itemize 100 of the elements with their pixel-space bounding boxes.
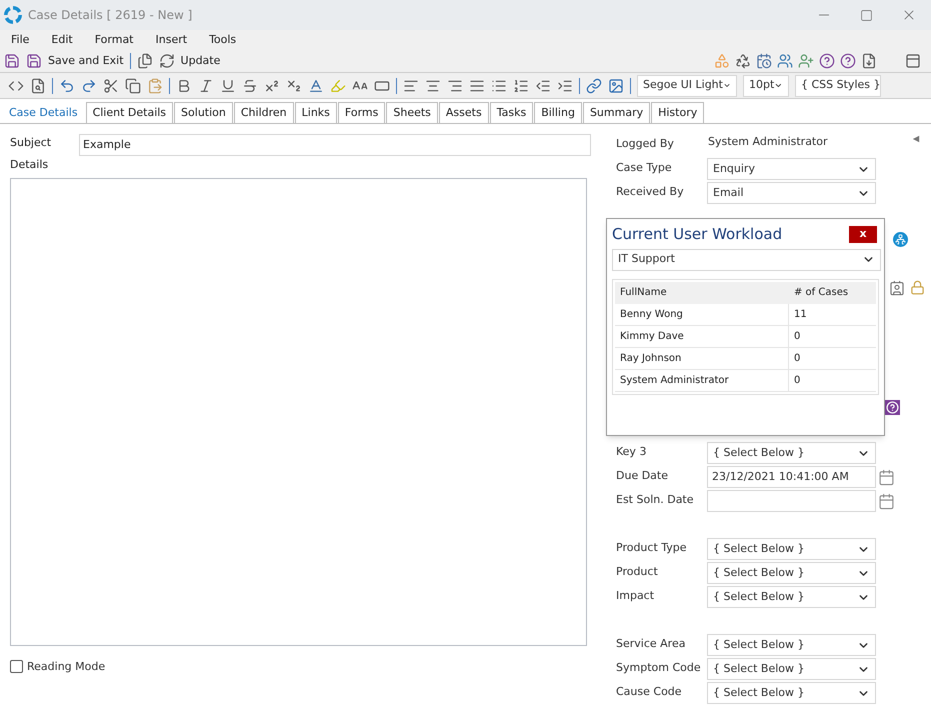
calendar-icon[interactable] bbox=[878, 468, 895, 486]
field-label: Case Type bbox=[615, 160, 673, 176]
indent-icon[interactable] bbox=[557, 78, 573, 94]
help-icon[interactable] bbox=[840, 53, 856, 69]
table-cell-text: 0 bbox=[793, 374, 802, 388]
dropdown[interactable]: { Select Below } bbox=[707, 562, 876, 584]
field-label: Product bbox=[615, 564, 659, 580]
redo-icon[interactable] bbox=[81, 78, 97, 94]
field-label: Due Date bbox=[615, 468, 669, 484]
superscript-icon[interactable] bbox=[264, 78, 280, 94]
field-value: System Administrator bbox=[707, 134, 829, 150]
outdent-icon[interactable] bbox=[535, 78, 551, 94]
help-icon[interactable] bbox=[819, 53, 835, 69]
field-label: Received By bbox=[615, 184, 685, 200]
documents-icon[interactable] bbox=[136, 53, 153, 69]
column-header: FullName bbox=[619, 286, 668, 300]
align-left-icon[interactable] bbox=[403, 78, 419, 94]
maximize-icon[interactable] bbox=[860, 8, 873, 22]
refresh-icon[interactable] bbox=[158, 53, 175, 69]
subscript-icon[interactable] bbox=[286, 78, 302, 94]
table-cell: Benny Wong bbox=[615, 304, 789, 324]
date-field[interactable]: 23/12/2021 10:41:00 AM bbox=[707, 466, 876, 488]
collapse-arrow-icon[interactable] bbox=[912, 135, 920, 143]
tab[interactable]: Forms bbox=[338, 102, 386, 123]
menu-item[interactable]: Format bbox=[94, 32, 134, 48]
tab[interactable]: Solution bbox=[174, 102, 233, 123]
italic-icon[interactable] bbox=[198, 78, 214, 94]
justify-icon[interactable] bbox=[469, 78, 485, 94]
field-label: Est Soln. Date bbox=[615, 492, 695, 508]
dropdown[interactable]: { Select Below } bbox=[707, 538, 876, 560]
align-center-icon[interactable] bbox=[425, 78, 441, 94]
checkbox-label: Reading Mode bbox=[27, 658, 106, 674]
close-button[interactable]: x bbox=[849, 226, 877, 243]
size-dropdown[interactable]: 10pt bbox=[743, 74, 789, 96]
checkbox[interactable] bbox=[10, 660, 23, 674]
tab[interactable]: Client Details bbox=[86, 102, 174, 123]
table-cell: System Administrator bbox=[615, 370, 789, 390]
calendar-icon[interactable] bbox=[878, 492, 895, 510]
link-icon[interactable] bbox=[586, 78, 602, 94]
column-header: # of Cases bbox=[793, 286, 850, 300]
field-label: Logged By bbox=[615, 136, 675, 152]
bullet-list-icon[interactable] bbox=[491, 78, 507, 94]
window-title: Case Details [ 2619 - New ] bbox=[28, 7, 192, 24]
field-label: Cause Code bbox=[615, 684, 683, 700]
recycle-icon[interactable] bbox=[735, 53, 751, 69]
users-icon[interactable] bbox=[777, 53, 793, 69]
org-chart-icon[interactable] bbox=[893, 232, 908, 247]
table-cell: Kimmy Dave bbox=[615, 326, 789, 346]
dropdown[interactable]: { Select Below } bbox=[707, 442, 876, 464]
field-label: Service Area bbox=[615, 636, 686, 652]
dropdown[interactable]: { Select Below } bbox=[707, 634, 876, 656]
group-dropdown[interactable]: IT Support bbox=[612, 248, 881, 270]
dropdown[interactable]: { Select Below } bbox=[707, 658, 876, 680]
image-icon[interactable] bbox=[608, 78, 624, 94]
table-cell-text: 0 bbox=[793, 352, 802, 366]
update-button[interactable]: Update bbox=[180, 52, 220, 70]
styles-dropdown[interactable]: { CSS Styles } bbox=[795, 74, 881, 96]
subject-field[interactable]: Example bbox=[79, 134, 591, 156]
dropdown[interactable]: { Select Below } bbox=[707, 682, 876, 704]
save-icon[interactable] bbox=[4, 53, 20, 69]
dropdown[interactable]: Email bbox=[707, 182, 876, 204]
menu-item[interactable]: Edit bbox=[51, 32, 73, 48]
tab[interactable]: Billing bbox=[534, 102, 582, 123]
undo-icon[interactable] bbox=[59, 78, 75, 94]
dropdown[interactable]: Enquiry bbox=[707, 158, 876, 180]
field-label: Subject bbox=[10, 135, 52, 151]
tab[interactable]: Children bbox=[234, 102, 294, 123]
tab[interactable]: Links bbox=[294, 102, 337, 123]
tab[interactable]: Assets bbox=[438, 102, 489, 123]
date-field[interactable] bbox=[707, 490, 876, 512]
copy-icon[interactable] bbox=[125, 78, 141, 94]
menu-item[interactable]: File bbox=[11, 32, 30, 48]
font-color-icon[interactable] bbox=[308, 78, 324, 94]
field-label: Key 3 bbox=[615, 444, 648, 460]
field-label: Details bbox=[10, 157, 48, 173]
contact-card-icon[interactable] bbox=[889, 280, 905, 296]
font-dropdown[interactable]: Segoe UI Light bbox=[637, 74, 737, 96]
file-download-icon[interactable] bbox=[861, 53, 877, 69]
dropdown[interactable]: { Select Below } bbox=[707, 586, 876, 608]
tab[interactable]: Summary bbox=[582, 102, 650, 123]
tab[interactable]: Sheets bbox=[386, 102, 438, 123]
underline-icon[interactable] bbox=[220, 78, 236, 94]
save-and-exit-button[interactable]: Save and Exit bbox=[48, 52, 124, 70]
tab[interactable]: Tasks bbox=[490, 102, 534, 123]
field-label: Symptom Code bbox=[615, 660, 702, 676]
save-icon[interactable] bbox=[26, 53, 42, 69]
align-right-icon[interactable] bbox=[447, 78, 463, 94]
table-cell-text: 11 bbox=[793, 308, 808, 322]
strikethrough-icon[interactable] bbox=[242, 78, 258, 94]
panel-icon[interactable] bbox=[905, 53, 921, 69]
cut-icon[interactable] bbox=[103, 78, 119, 94]
popup-title: Current User Workload bbox=[612, 224, 782, 245]
calendar-clock-icon[interactable] bbox=[756, 53, 772, 69]
print-preview-icon[interactable] bbox=[30, 78, 46, 94]
tab[interactable]: History bbox=[651, 102, 704, 123]
app-logo-icon bbox=[4, 6, 22, 24]
field-label: Product Type bbox=[615, 540, 688, 556]
menu-item[interactable]: Tools bbox=[209, 32, 236, 48]
numbered-list-icon[interactable] bbox=[513, 78, 529, 94]
menu-item[interactable]: Insert bbox=[156, 32, 188, 48]
